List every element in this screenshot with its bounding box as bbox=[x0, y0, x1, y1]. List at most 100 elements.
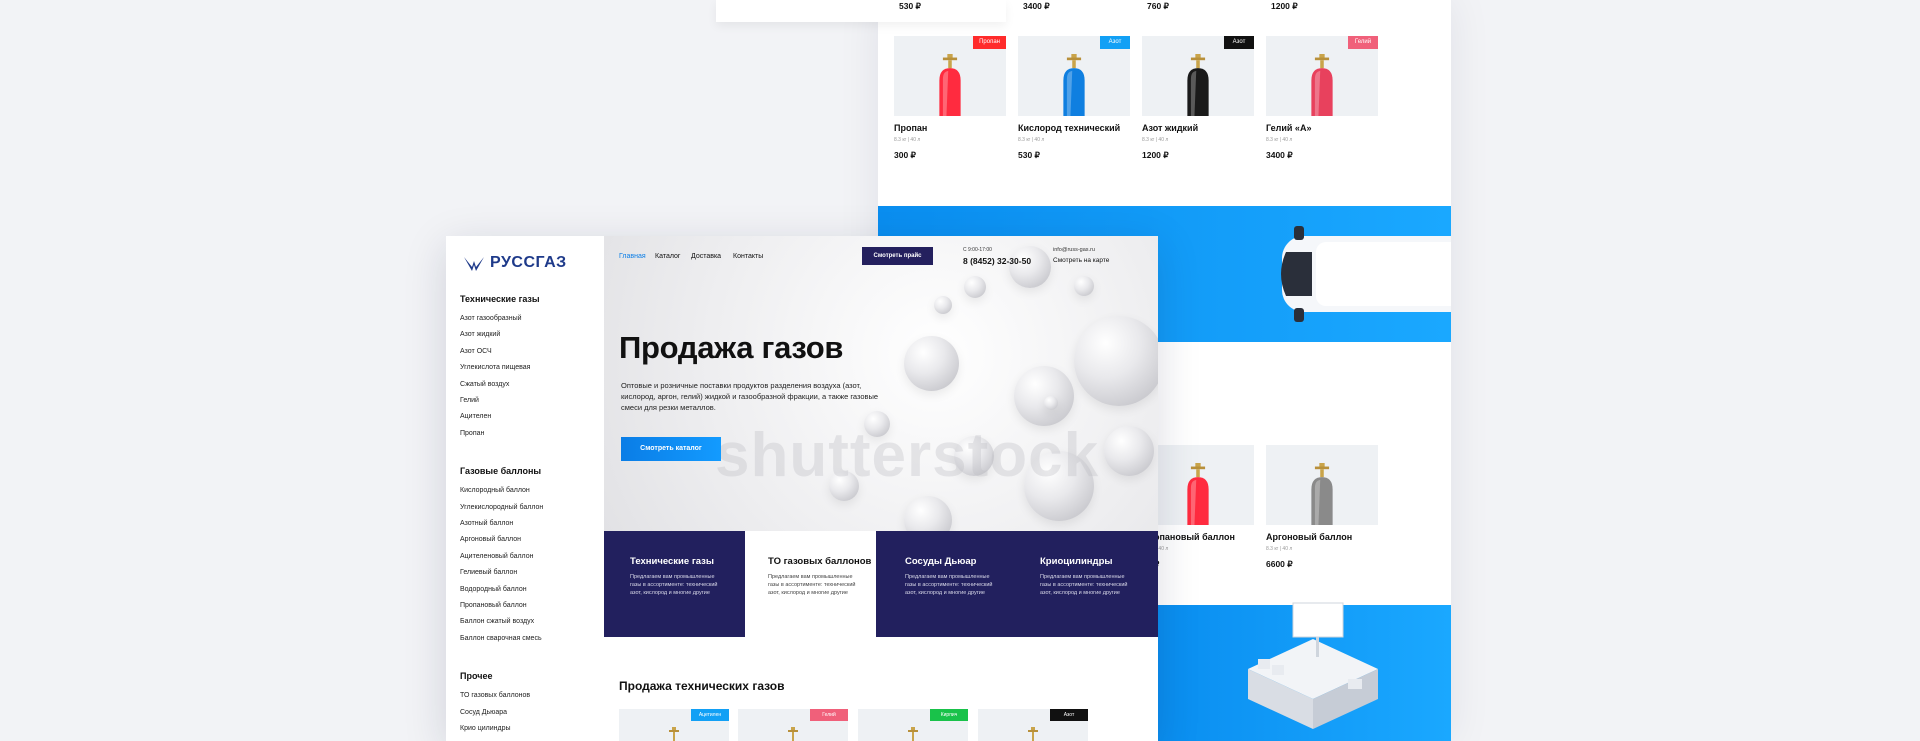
sidebar-group-title: Прочее bbox=[460, 671, 493, 682]
email[interactable]: info@russ-gas.ru bbox=[1053, 247, 1095, 253]
product-price: 1200 ₽ bbox=[1142, 150, 1169, 160]
valve-icon bbox=[1028, 727, 1038, 741]
gas-cylinder-icon bbox=[1063, 54, 1085, 116]
tile-title[interactable]: ТО газовых баллонов bbox=[768, 556, 871, 567]
sidebar-item[interactable]: Аргоновый баллон bbox=[460, 536, 521, 543]
gas-cylinder-icon bbox=[939, 54, 961, 116]
product-price: 530 ₽ bbox=[1018, 150, 1040, 160]
warehouse-icon bbox=[1248, 602, 1378, 729]
valve-icon bbox=[669, 727, 679, 741]
watermark: shutterstock bbox=[715, 421, 1100, 490]
product-card[interactable]: Пропан Пропан 8.3 кг | 40 л 300 ₽ bbox=[894, 36, 1006, 161]
product-image: Пропан bbox=[894, 36, 1006, 116]
price: 530 ₽ bbox=[899, 1, 921, 11]
tile-text: Предлагаем вам промышленные газы в ассор… bbox=[630, 574, 718, 596]
sidebar-item[interactable]: ТО газовых баллонов bbox=[460, 692, 530, 699]
sidebar-item[interactable]: Азотный баллон bbox=[460, 520, 513, 527]
bird-logo-icon bbox=[464, 257, 484, 271]
product-spec: 8.3 кг | 40 л bbox=[1018, 137, 1045, 143]
product-card[interactable]: Кирпич bbox=[858, 709, 968, 741]
product-image: Азот bbox=[1018, 36, 1130, 116]
product-name: Кислород технический bbox=[1018, 123, 1121, 133]
section-title: Продажа технических газов bbox=[619, 679, 785, 693]
product-tag: Кирпич bbox=[930, 709, 968, 721]
catalog-button[interactable]: Смотреть каталог bbox=[621, 437, 721, 461]
product-card[interactable]: Азот bbox=[978, 709, 1088, 741]
sidebar: РУССГАЗ Технические газы Азот газообразны… bbox=[446, 236, 604, 741]
product-price: 00 ₽ bbox=[1142, 559, 1254, 570]
sidebar-item[interactable]: Пропановый баллон bbox=[460, 602, 527, 609]
sidebar-item[interactable]: Углекислородный баллон bbox=[460, 504, 543, 511]
sidebar-item[interactable]: Ацителен bbox=[460, 413, 491, 420]
product-card[interactable]: Азот Кислород технический 8.3 кг | 40 л 530… bbox=[1018, 36, 1130, 161]
sidebar-item[interactable]: Азот ОСЧ bbox=[460, 348, 492, 355]
hero-title: Продажа газов bbox=[619, 330, 844, 365]
product-tag: Ацетилен bbox=[691, 709, 729, 721]
price: 3400 ₽ bbox=[1023, 1, 1050, 11]
product-price: 3400 ₽ bbox=[1266, 150, 1293, 160]
product-card[interactable]: Пропановый баллон 8.3 кг | 40 л 00 ₽ bbox=[1142, 445, 1254, 570]
product-spec: 8.3 кг | 40 л bbox=[1266, 546, 1293, 552]
sidebar-group-title: Технические газы bbox=[460, 294, 540, 304]
nav-item-home[interactable]: Главная bbox=[619, 253, 646, 260]
background-page-card bbox=[716, 0, 1006, 22]
logo-text: РУССГАЗ bbox=[490, 254, 567, 271]
product-card[interactable]: Ацетилен bbox=[619, 709, 729, 741]
product-image bbox=[1142, 445, 1254, 525]
sidebar-item[interactable]: Азот жидкий bbox=[460, 331, 500, 338]
price-list-button[interactable]: Смотреть прайс bbox=[862, 247, 933, 265]
tile-title[interactable]: Сосуды Дьюар bbox=[905, 556, 976, 567]
nav-item-contacts[interactable]: Контакты bbox=[733, 253, 763, 260]
price: 1200 ₽ bbox=[1271, 1, 1298, 11]
gas-cylinder-icon bbox=[1311, 54, 1333, 116]
tile-title[interactable]: Криоцилиндры bbox=[1040, 556, 1112, 567]
product-name: Гелий «А» bbox=[1266, 123, 1312, 133]
tile-text: Предлагаем вам промышленные газы в ассор… bbox=[768, 574, 856, 596]
gas-cylinder-icon bbox=[1187, 463, 1209, 525]
nav-item-catalog[interactable]: Каталог bbox=[655, 253, 680, 260]
product-card[interactable]: Гелий Гелий «А» 8.3 кг | 40 л 3400 ₽ bbox=[1266, 36, 1378, 161]
product-card[interactable]: Гелий bbox=[738, 709, 848, 741]
product-image: Гелий bbox=[1266, 36, 1378, 116]
sidebar-item[interactable]: Пропан bbox=[460, 430, 484, 437]
logo[interactable]: РУССГАЗ bbox=[462, 253, 567, 273]
sidebar-item[interactable]: Баллон сварочная смесь bbox=[460, 635, 542, 642]
gas-cylinder-icon bbox=[1187, 54, 1209, 116]
phone[interactable]: 8 (8452) 32-30-50 bbox=[963, 256, 1031, 266]
product-spec: 8.3 кг | 40 л bbox=[1142, 137, 1169, 143]
product-name: Аргоновый баллон bbox=[1266, 532, 1353, 542]
sidebar-item[interactable]: Углекислота пищевая bbox=[460, 364, 530, 371]
product-tag: Гелий bbox=[810, 709, 848, 721]
product-spec: 8.3 кг | 40 л bbox=[894, 137, 921, 143]
product-tag: Пропан bbox=[973, 36, 1006, 49]
warehouse-banner bbox=[1158, 602, 1451, 741]
product-tag: Гелий bbox=[1348, 36, 1378, 49]
sidebar-item[interactable]: Крио цилиндры bbox=[460, 725, 511, 732]
tile-title[interactable]: Технические газы bbox=[630, 556, 714, 567]
product-tag: Азот bbox=[1050, 709, 1088, 721]
product-tag: Азот bbox=[1224, 36, 1254, 49]
sidebar-item[interactable]: Кислородный баллон bbox=[460, 487, 530, 494]
sidebar-item[interactable]: Гелий bbox=[460, 397, 479, 404]
product-card[interactable]: Аргоновый баллон 8.3 кг | 40 л 6600 ₽ bbox=[1266, 445, 1378, 570]
nav-item-delivery[interactable]: Доставка bbox=[691, 253, 721, 260]
sidebar-item[interactable]: Ацителеновый баллон bbox=[460, 553, 533, 560]
sidebar-item[interactable]: Азот газообразный bbox=[460, 315, 522, 322]
product-spec: 8.3 кг | 40 л bbox=[1266, 137, 1293, 143]
sidebar-group-title: Газовые баллоны bbox=[460, 466, 542, 477]
tile-text: Предлагаем вам промышленные газы в ассор… bbox=[1040, 574, 1128, 596]
product-spec: 8.3 кг | 40 л bbox=[1142, 546, 1169, 552]
sidebar-item[interactable]: Сжатый воздух bbox=[460, 381, 509, 388]
product-name: Азот жидкий bbox=[1142, 123, 1199, 133]
sidebar-item[interactable]: Гелиевый баллон bbox=[460, 569, 517, 576]
product-name: Пропан bbox=[894, 123, 928, 133]
sidebar-item[interactable]: Сосуд Дьюара bbox=[460, 709, 507, 716]
product-card[interactable]: Азот Азот жидкий 8.3 кг | 40 л 1200 ₽ bbox=[1142, 36, 1254, 161]
map-link[interactable]: Смотреть на карте bbox=[1053, 257, 1109, 264]
product-image: Азот bbox=[1142, 36, 1254, 116]
sidebar-item[interactable]: Баллон сжатый воздух bbox=[460, 618, 534, 625]
product-name: Пропановый баллон bbox=[1142, 532, 1235, 542]
sidebar-item[interactable]: Водородный баллон bbox=[460, 586, 527, 593]
tile-text: Предлагаем вам промышленные газы в ассор… bbox=[905, 574, 993, 596]
work-hours: С 9:00-17:00 bbox=[963, 247, 992, 253]
